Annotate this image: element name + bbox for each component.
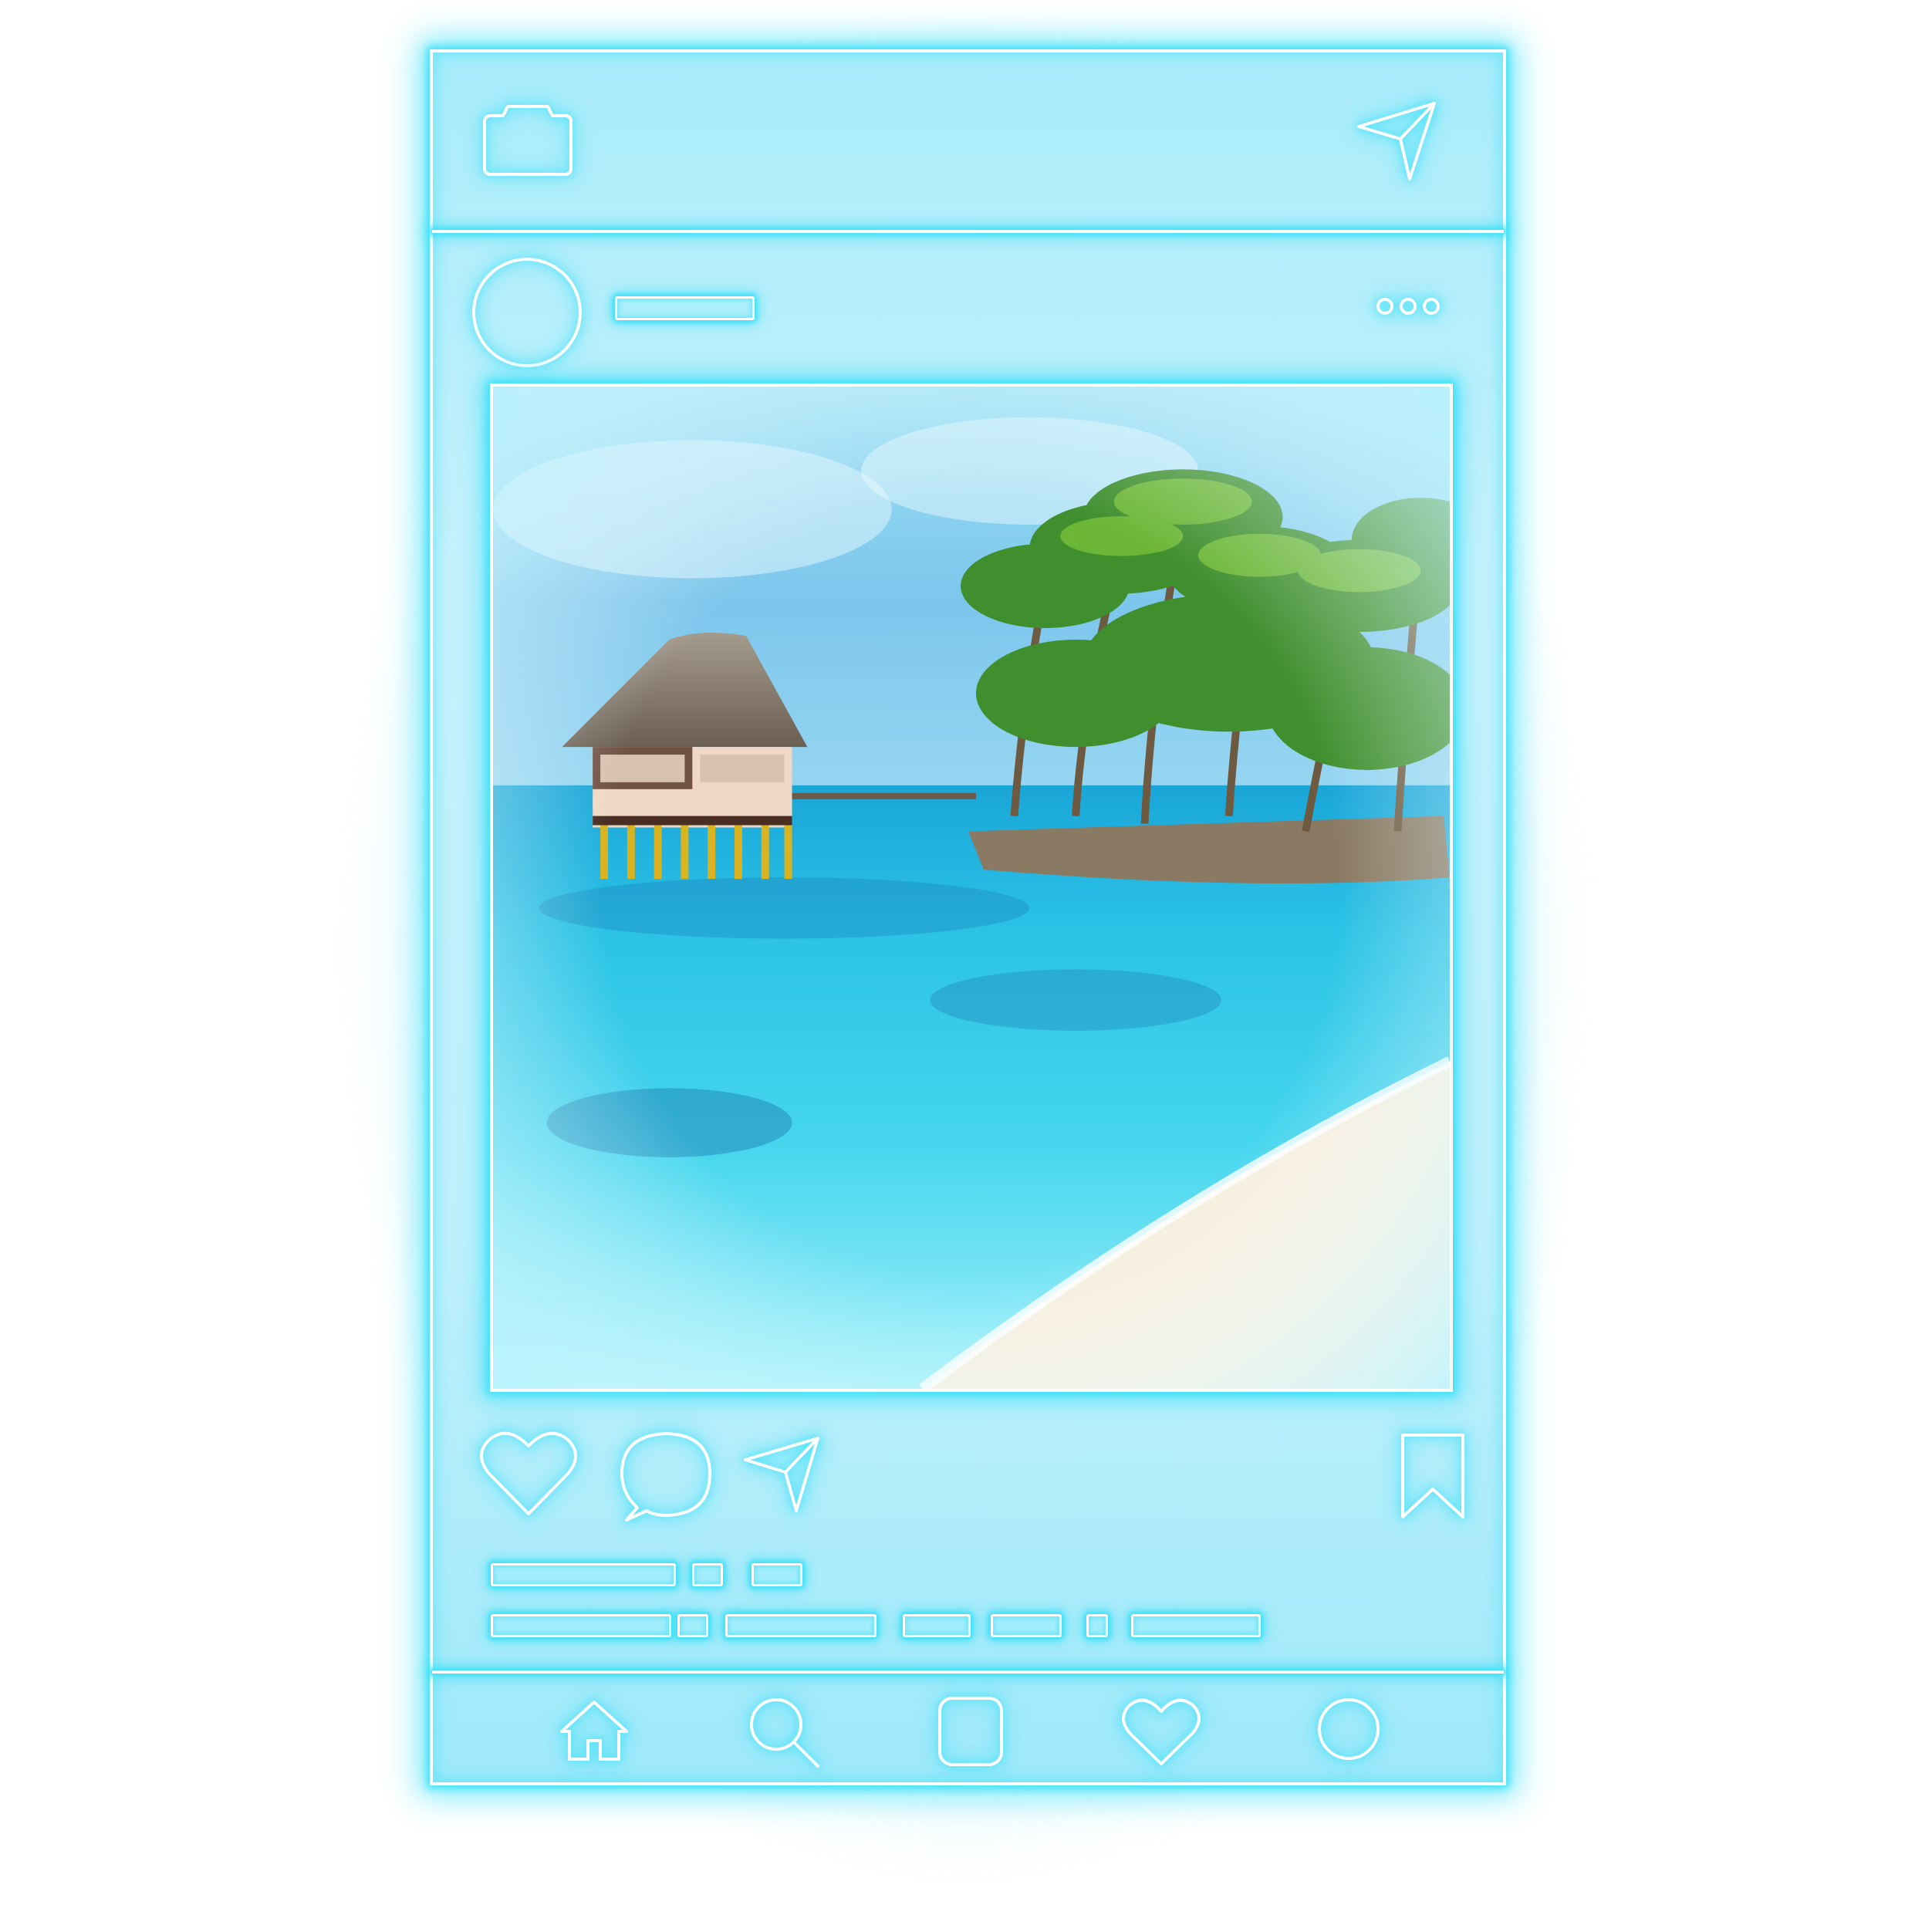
- post-photo[interactable]: [490, 383, 1453, 1392]
- comment-icon[interactable]: [619, 1429, 714, 1525]
- add-post-icon[interactable]: [936, 1694, 1005, 1768]
- likes-placeholder-bar: [752, 1563, 802, 1586]
- caption-placeholder-bar: [725, 1614, 876, 1637]
- caption-placeholder-bar: [677, 1614, 708, 1637]
- likes-placeholder-bar: [692, 1563, 723, 1586]
- camera-icon[interactable]: [477, 100, 579, 181]
- heart-icon[interactable]: [478, 1429, 579, 1518]
- likes-placeholder-bar: [491, 1563, 676, 1586]
- caption-placeholder-bar: [1131, 1614, 1261, 1637]
- send-icon[interactable]: [1354, 99, 1439, 184]
- profile-icon[interactable]: [1316, 1696, 1382, 1762]
- caption-placeholder-bar: [491, 1614, 671, 1637]
- caption-placeholder-bar: [903, 1614, 971, 1637]
- search-icon[interactable]: [745, 1694, 822, 1771]
- more-dots-icon[interactable]: [1373, 295, 1443, 318]
- username-bar[interactable]: [615, 296, 755, 320]
- bookmark-icon[interactable]: [1400, 1432, 1466, 1520]
- caption-placeholder-bar: [1086, 1614, 1108, 1637]
- profile-avatar-placeholder[interactable]: [469, 255, 585, 370]
- tropical-beach-image: [493, 387, 1450, 1389]
- header-divider: [432, 230, 1504, 233]
- caption-placeholder-bar: [991, 1614, 1062, 1637]
- send-icon[interactable]: [742, 1435, 822, 1515]
- activity-heart-icon[interactable]: [1120, 1697, 1202, 1768]
- bottom-nav-divider: [432, 1670, 1504, 1674]
- home-icon[interactable]: [557, 1697, 631, 1764]
